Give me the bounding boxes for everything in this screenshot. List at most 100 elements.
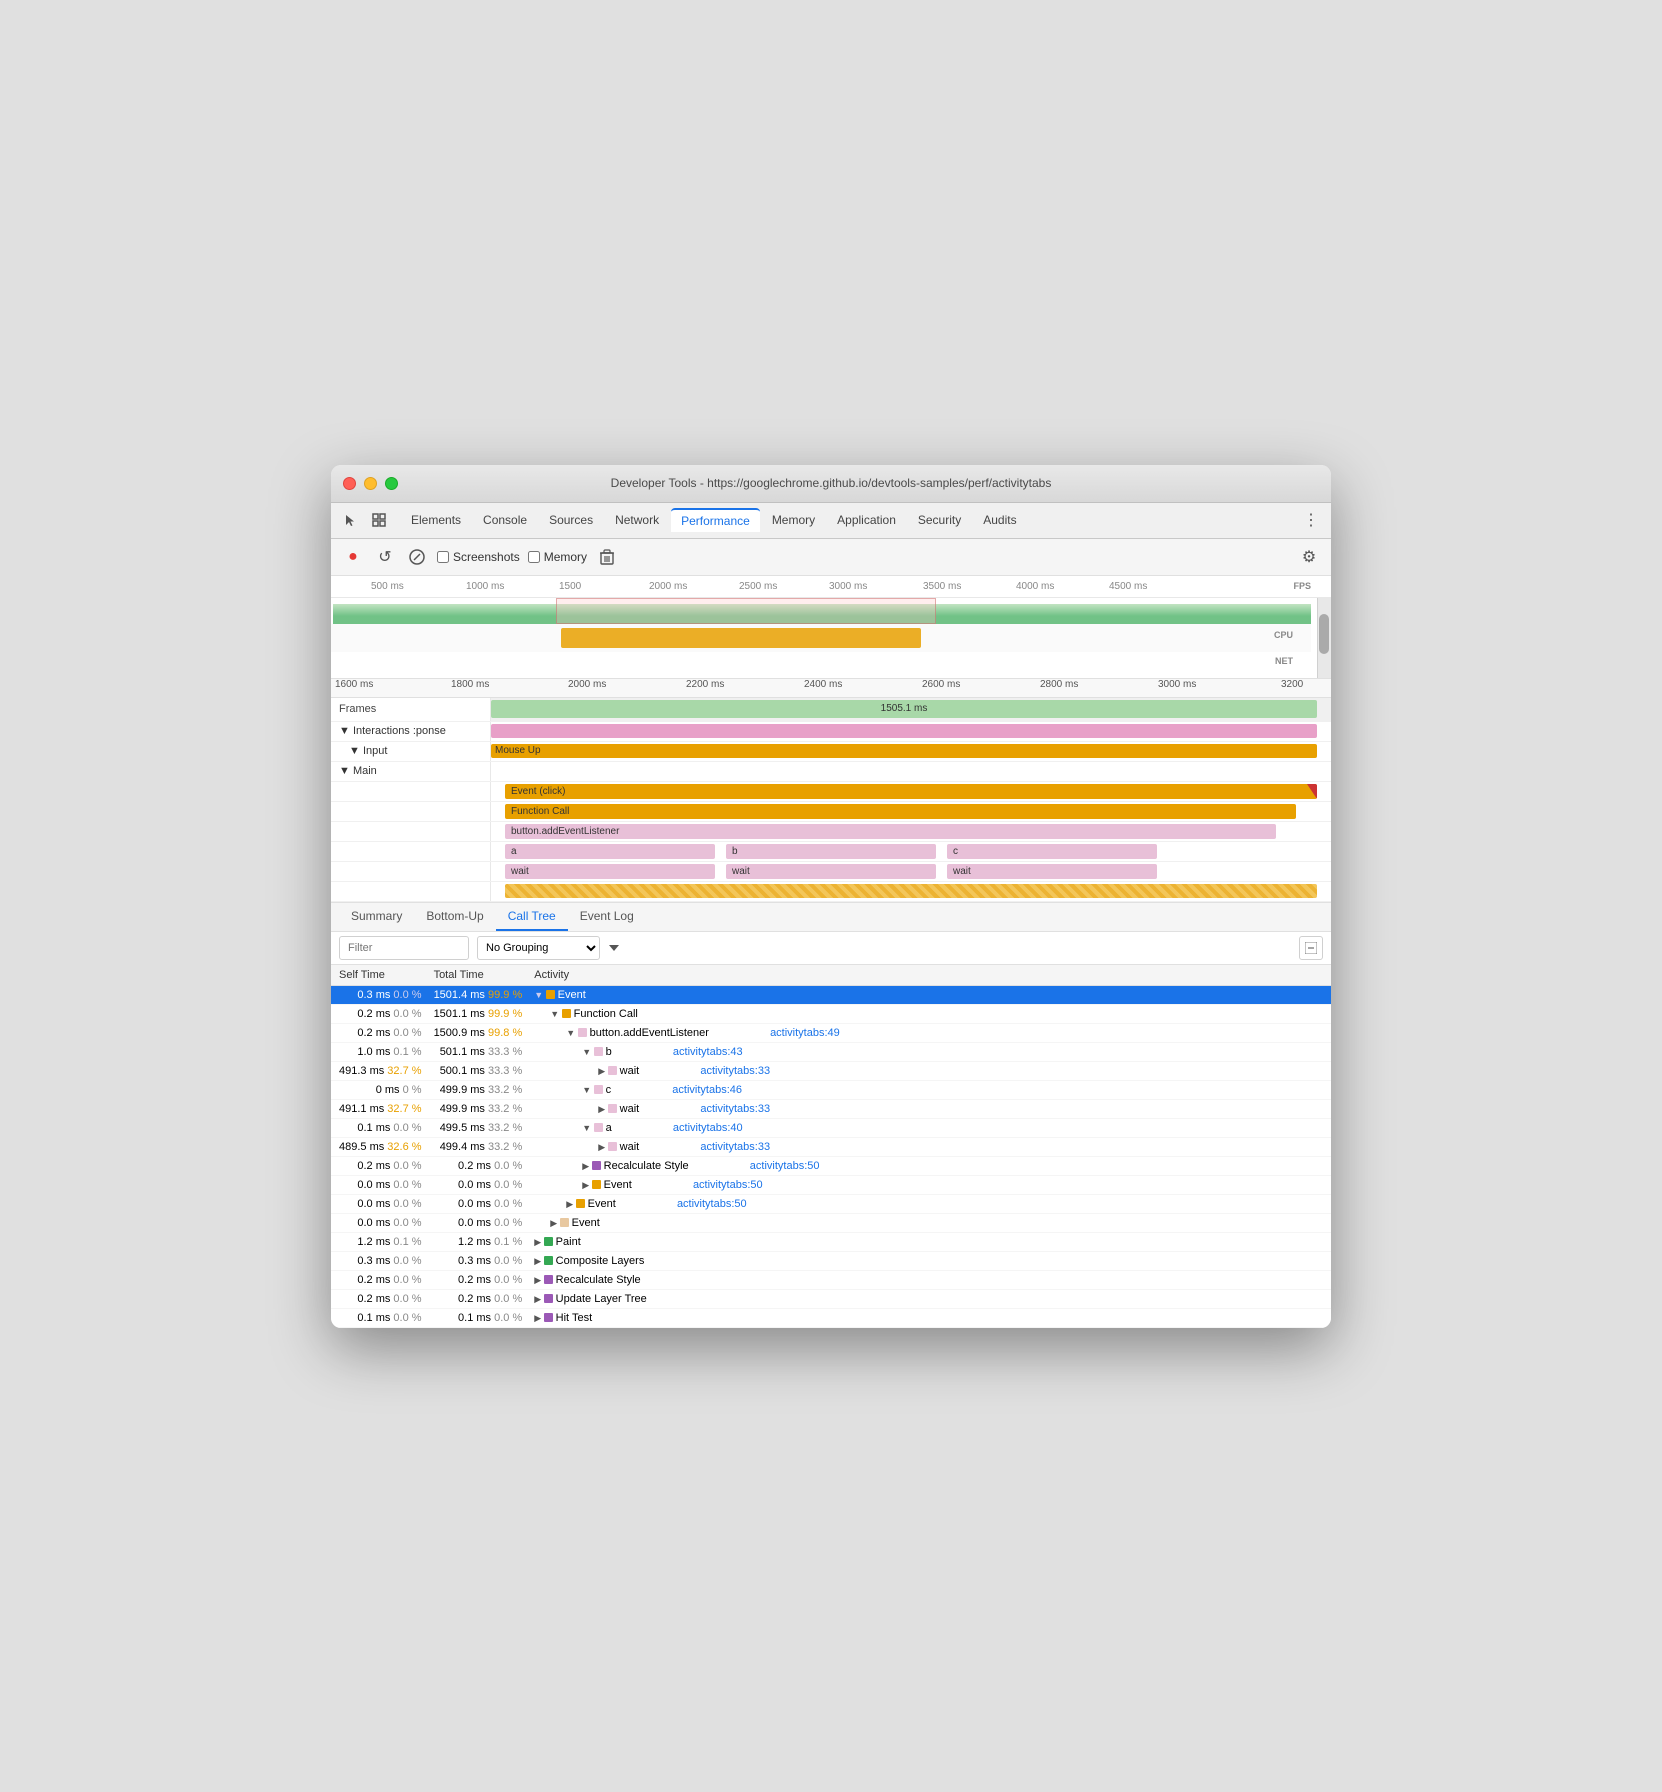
table-row[interactable]: 0.1 ms 0.0 %0.1 ms 0.0 %▶ Hit Test <box>331 1308 1331 1327</box>
expand-icon[interactable]: ▶ <box>550 1218 559 1228</box>
activity-link[interactable]: activitytabs:46 <box>672 1084 742 1096</box>
tab-event-log[interactable]: Event Log <box>568 903 646 931</box>
yellow-stripe-bar <box>505 884 1317 898</box>
table-row[interactable]: 0.3 ms 0.0 %1501.4 ms 99.9 %▼ Event <box>331 985 1331 1004</box>
hide-children-button[interactable] <box>1299 936 1323 960</box>
activity-link[interactable]: activitytabs:33 <box>700 1103 770 1115</box>
maximize-button[interactable] <box>385 477 398 490</box>
activity-link[interactable]: activitytabs:50 <box>677 1198 747 1210</box>
expand-icon[interactable]: ▼ <box>582 1047 593 1057</box>
activity-cell: ▼ Event <box>526 985 1331 1004</box>
self-time-cell: 0.3 ms 0.0 % <box>331 985 426 1004</box>
clear-button[interactable] <box>405 545 429 569</box>
table-row[interactable]: 1.2 ms 0.1 %1.2 ms 0.1 %▶ Paint <box>331 1232 1331 1251</box>
activity-label: wait <box>620 1103 640 1115</box>
tab-security[interactable]: Security <box>908 509 971 531</box>
fps-selection-region <box>556 598 936 624</box>
cursor-icon-button[interactable] <box>339 508 363 532</box>
tab-performance[interactable]: Performance <box>671 508 760 532</box>
screenshots-checkbox-label[interactable]: Screenshots <box>437 550 520 564</box>
expand-icon[interactable]: ▶ <box>598 1104 607 1114</box>
table-row[interactable]: 0.1 ms 0.0 %499.5 ms 33.2 %▼ a activityt… <box>331 1118 1331 1137</box>
grouping-select[interactable]: No Grouping Group by Activity Group by C… <box>477 936 600 960</box>
expand-icon[interactable]: ▶ <box>598 1142 607 1152</box>
table-row[interactable]: 0.0 ms 0.0 %0.0 ms 0.0 %▶ Event <box>331 1213 1331 1232</box>
tab-bottom-up[interactable]: Bottom-Up <box>414 903 495 931</box>
tab-elements[interactable]: Elements <box>401 509 471 531</box>
table-row[interactable]: 491.3 ms 32.7 %500.1 ms 33.3 %▶ wait act… <box>331 1061 1331 1080</box>
self-time-cell: 0.2 ms 0.0 % <box>331 1004 426 1023</box>
ruler-tick-3000: 3000 ms <box>829 581 867 592</box>
expand-icon[interactable]: ▶ <box>566 1199 575 1209</box>
table-row[interactable]: 0.2 ms 0.0 %1500.9 ms 99.8 %▼ button.add… <box>331 1023 1331 1042</box>
table-row[interactable]: 0.0 ms 0.0 %0.0 ms 0.0 %▶ Event activity… <box>331 1175 1331 1194</box>
screenshots-checkbox[interactable] <box>437 551 449 563</box>
cpu-row: CPU <box>331 624 1311 652</box>
close-button[interactable] <box>343 477 356 490</box>
interactions-label: ▼ Interactions :ponse <box>339 725 446 737</box>
table-row[interactable]: 0.2 ms 0.0 %0.2 ms 0.0 %▶ Recalculate St… <box>331 1270 1331 1289</box>
trash-button[interactable] <box>595 545 619 569</box>
tab-network[interactable]: Network <box>605 509 669 531</box>
tab-application[interactable]: Application <box>827 509 906 531</box>
expand-icon[interactable]: ▼ <box>582 1085 593 1095</box>
memory-checkbox[interactable] <box>528 551 540 563</box>
performance-toolbar: ● ↺ Screenshots Memory <box>331 539 1331 576</box>
self-time-header: Self Time <box>331 965 426 986</box>
timeline-scrollbar[interactable] <box>1317 598 1331 678</box>
activity-link[interactable]: activitytabs:50 <box>750 1160 820 1172</box>
activity-cell: ▶ Event activitytabs:50 <box>526 1175 1331 1194</box>
activity-link[interactable]: activitytabs:49 <box>770 1027 840 1039</box>
tab-console[interactable]: Console <box>473 509 537 531</box>
expand-icon[interactable]: ▼ <box>550 1009 561 1019</box>
tab-audits[interactable]: Audits <box>973 509 1026 531</box>
expand-icon[interactable]: ▶ <box>582 1180 591 1190</box>
tab-call-tree[interactable]: Call Tree <box>496 903 568 931</box>
expand-icon[interactable]: ▼ <box>534 990 545 1000</box>
table-row[interactable]: 0.2 ms 0.0 %0.2 ms 0.0 %▶ Recalculate St… <box>331 1156 1331 1175</box>
tab-memory[interactable]: Memory <box>762 509 825 531</box>
function-call-bar: Function Call <box>505 804 1296 819</box>
reload-button[interactable]: ↺ <box>373 545 397 569</box>
table-row[interactable]: 0.2 ms 0.0 %1501.1 ms 99.9 %▼ Function C… <box>331 1004 1331 1023</box>
expand-icon[interactable]: ▶ <box>598 1066 607 1076</box>
table-row[interactable]: 0 ms 0 %499.9 ms 33.2 %▼ c activitytabs:… <box>331 1080 1331 1099</box>
minimize-button[interactable] <box>364 477 377 490</box>
expand-icon[interactable]: ▶ <box>534 1294 543 1304</box>
activity-label: Recalculate Style <box>556 1274 641 1286</box>
expand-icon[interactable]: ▶ <box>534 1275 543 1285</box>
tab-sources[interactable]: Sources <box>539 509 603 531</box>
expand-icon[interactable]: ▼ <box>582 1123 593 1133</box>
expand-icon[interactable]: ▶ <box>534 1313 543 1323</box>
activity-label: Function Call <box>574 1008 638 1020</box>
table-row[interactable]: 1.0 ms 0.1 %501.1 ms 33.3 %▼ b activityt… <box>331 1042 1331 1061</box>
inspect-icon-button[interactable] <box>367 508 391 532</box>
filter-input[interactable] <box>339 936 469 960</box>
table-row[interactable]: 0.3 ms 0.0 %0.3 ms 0.0 %▶ Composite Laye… <box>331 1251 1331 1270</box>
more-tabs-button[interactable]: ⋮ <box>1299 508 1323 532</box>
expand-icon[interactable]: ▶ <box>534 1237 543 1247</box>
expand-icon[interactable]: ▶ <box>534 1256 543 1266</box>
activity-cell: ▶ Recalculate Style <box>526 1270 1331 1289</box>
expand-icon[interactable]: ▶ <box>582 1161 591 1171</box>
record-button[interactable]: ● <box>341 545 365 569</box>
activity-link[interactable]: activitytabs:43 <box>673 1046 743 1058</box>
activity-link[interactable]: activitytabs:33 <box>700 1065 770 1077</box>
activity-link[interactable]: activitytabs:50 <box>693 1179 763 1191</box>
expand-icon[interactable]: ▼ <box>566 1028 577 1038</box>
self-time-cell: 491.1 ms 32.7 % <box>331 1099 426 1118</box>
table-row[interactable]: 489.5 ms 32.6 %499.4 ms 33.2 %▶ wait act… <box>331 1137 1331 1156</box>
table-row[interactable]: 0.0 ms 0.0 %0.0 ms 0.0 %▶ Event activity… <box>331 1194 1331 1213</box>
activity-link[interactable]: activitytabs:40 <box>673 1122 743 1134</box>
activity-link[interactable]: activitytabs:33 <box>700 1141 770 1153</box>
memory-checkbox-label[interactable]: Memory <box>528 550 587 564</box>
input-bar: Mouse Up <box>491 744 1317 758</box>
call-tree-scroll[interactable]: Self Time Total Time Activity 0.3 ms 0.0… <box>331 965 1331 1328</box>
table-row[interactable]: 0.2 ms 0.0 %0.2 ms 0.0 %▶ Update Layer T… <box>331 1289 1331 1308</box>
tab-summary[interactable]: Summary <box>339 903 414 931</box>
settings-button[interactable]: ⚙ <box>1297 545 1321 569</box>
event-click-bar: Event (click) <box>505 784 1317 799</box>
table-row[interactable]: 491.1 ms 32.7 %499.9 ms 33.2 %▶ wait act… <box>331 1099 1331 1118</box>
frames-bar: 1505.1 ms <box>491 700 1317 718</box>
mini-charts-area: CPU NET <box>331 598 1331 678</box>
